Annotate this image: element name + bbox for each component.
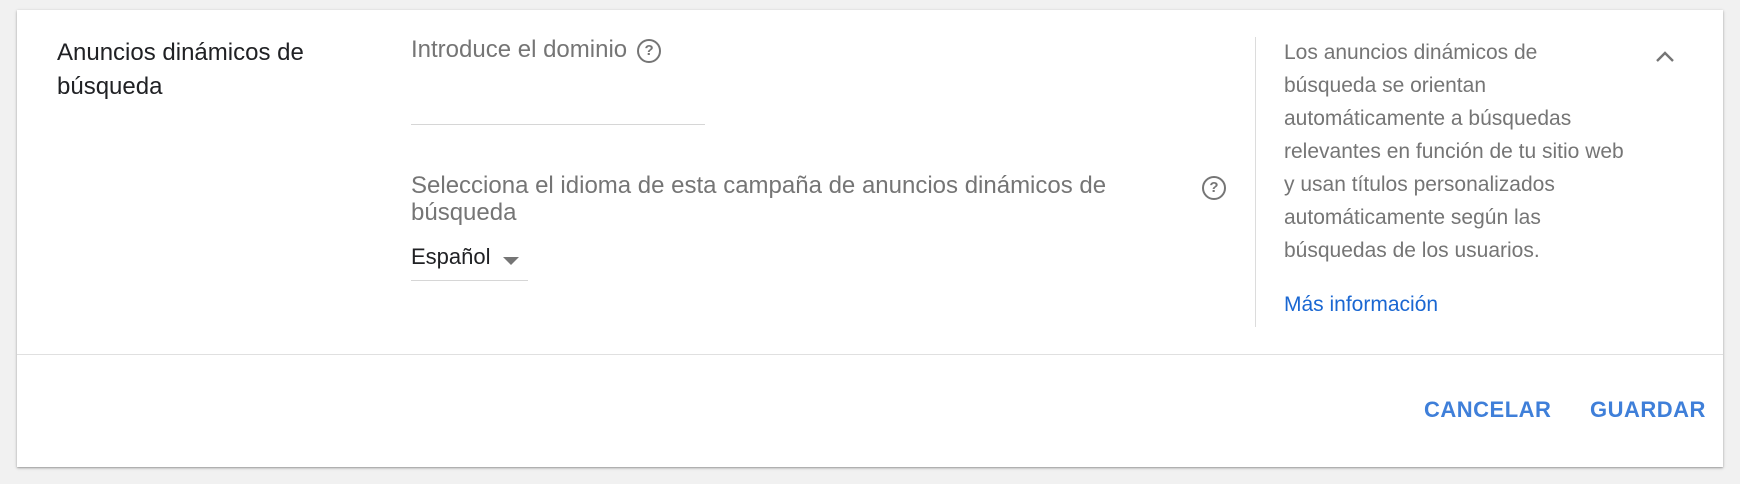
language-help-icon[interactable]: ? xyxy=(1202,176,1226,200)
language-select-value: Español xyxy=(411,244,491,269)
save-button[interactable]: GUARDAR xyxy=(1590,397,1706,423)
more-info-link[interactable]: Más información xyxy=(1284,293,1438,317)
chevron-up-icon xyxy=(1656,51,1674,62)
help-panel-divider xyxy=(1255,37,1256,327)
domain-help-icon[interactable]: ? xyxy=(637,39,662,63)
cancel-button[interactable]: CANCELAR xyxy=(1424,397,1551,423)
dsa-settings-card: Anuncios dinámicos de búsqueda Introduce… xyxy=(17,10,1723,467)
domain-field-label: Introduce el dominio? xyxy=(411,36,662,64)
collapse-button[interactable] xyxy=(1652,44,1678,70)
language-select[interactable]: Español xyxy=(411,240,528,281)
language-field-label: Selecciona el idioma de esta campaña de … xyxy=(411,172,1107,226)
domain-label-text: Introduce el dominio xyxy=(411,36,628,63)
actions-divider xyxy=(17,354,1723,355)
section-title: Anuncios dinámicos de búsqueda xyxy=(57,39,304,100)
dropdown-caret-icon xyxy=(503,257,519,265)
domain-input[interactable] xyxy=(411,80,705,125)
help-panel-text: Los anuncios dinámicos de búsqueda se or… xyxy=(1284,41,1624,262)
